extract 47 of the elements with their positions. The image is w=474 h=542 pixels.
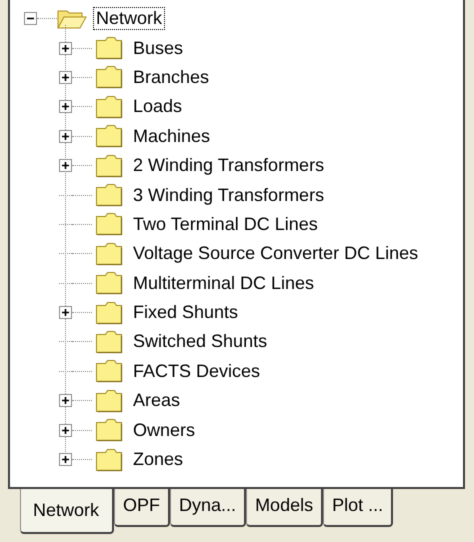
folder-icon xyxy=(95,388,123,413)
tree-item[interactable]: Owners xyxy=(130,418,198,442)
tree-item[interactable]: Switched Shunts xyxy=(130,330,270,354)
tree-item[interactable]: Multiterminal DC Lines xyxy=(130,272,318,295)
expand-icon[interactable] xyxy=(59,130,72,143)
expand-icon[interactable] xyxy=(59,100,72,114)
tab[interactable]: Models xyxy=(246,489,324,527)
tree-item[interactable]: Network xyxy=(93,7,166,30)
folder-icon xyxy=(95,448,123,472)
tree-item[interactable]: Voltage Source Converter DC Lines xyxy=(130,242,422,266)
expand-icon[interactable] xyxy=(59,70,72,84)
expand-icon[interactable] xyxy=(59,394,72,408)
tab[interactable]: Dyna... xyxy=(170,489,246,527)
folder-icon xyxy=(95,300,123,325)
tree-item[interactable]: Two Terminal DC Lines xyxy=(130,212,321,236)
folder-icon xyxy=(95,359,123,384)
open-folder-icon xyxy=(57,8,87,30)
expand-icon[interactable] xyxy=(59,159,72,172)
folder-icon xyxy=(95,330,123,354)
tree-item[interactable]: Areas xyxy=(130,389,184,412)
tree-item[interactable]: Fixed Shunts xyxy=(130,301,242,324)
folder-icon xyxy=(95,65,123,90)
tree-item[interactable]: Zones xyxy=(130,448,186,472)
folder-icon xyxy=(95,94,123,119)
tree-item[interactable]: 2 Winding Transformers xyxy=(130,154,328,178)
folder-icon xyxy=(95,124,123,148)
folder-icon xyxy=(95,271,123,296)
folder-icon xyxy=(95,242,123,266)
folder-icon xyxy=(95,154,123,178)
tab[interactable]: Network xyxy=(20,488,114,534)
tree-item[interactable]: Loads xyxy=(130,95,186,118)
expand-icon[interactable] xyxy=(59,453,72,466)
tree-item[interactable]: FACTS Devices xyxy=(130,360,264,383)
folder-icon xyxy=(95,212,123,236)
expand-icon[interactable] xyxy=(59,42,72,55)
folder-icon xyxy=(95,418,123,442)
collapse-icon[interactable] xyxy=(24,12,37,26)
tree-item[interactable]: Buses xyxy=(130,36,186,60)
folder-icon xyxy=(95,183,123,208)
tree-item[interactable]: Machines xyxy=(130,124,214,148)
expand-icon[interactable] xyxy=(59,306,72,320)
expand-icon[interactable] xyxy=(59,424,72,437)
tab[interactable]: OPF xyxy=(114,489,170,527)
folder-icon xyxy=(95,36,123,60)
tree-item[interactable]: 3 Winding Transformers xyxy=(130,184,328,207)
tree-item[interactable]: Branches xyxy=(130,66,212,89)
tab[interactable]: Plot ... xyxy=(323,489,394,527)
